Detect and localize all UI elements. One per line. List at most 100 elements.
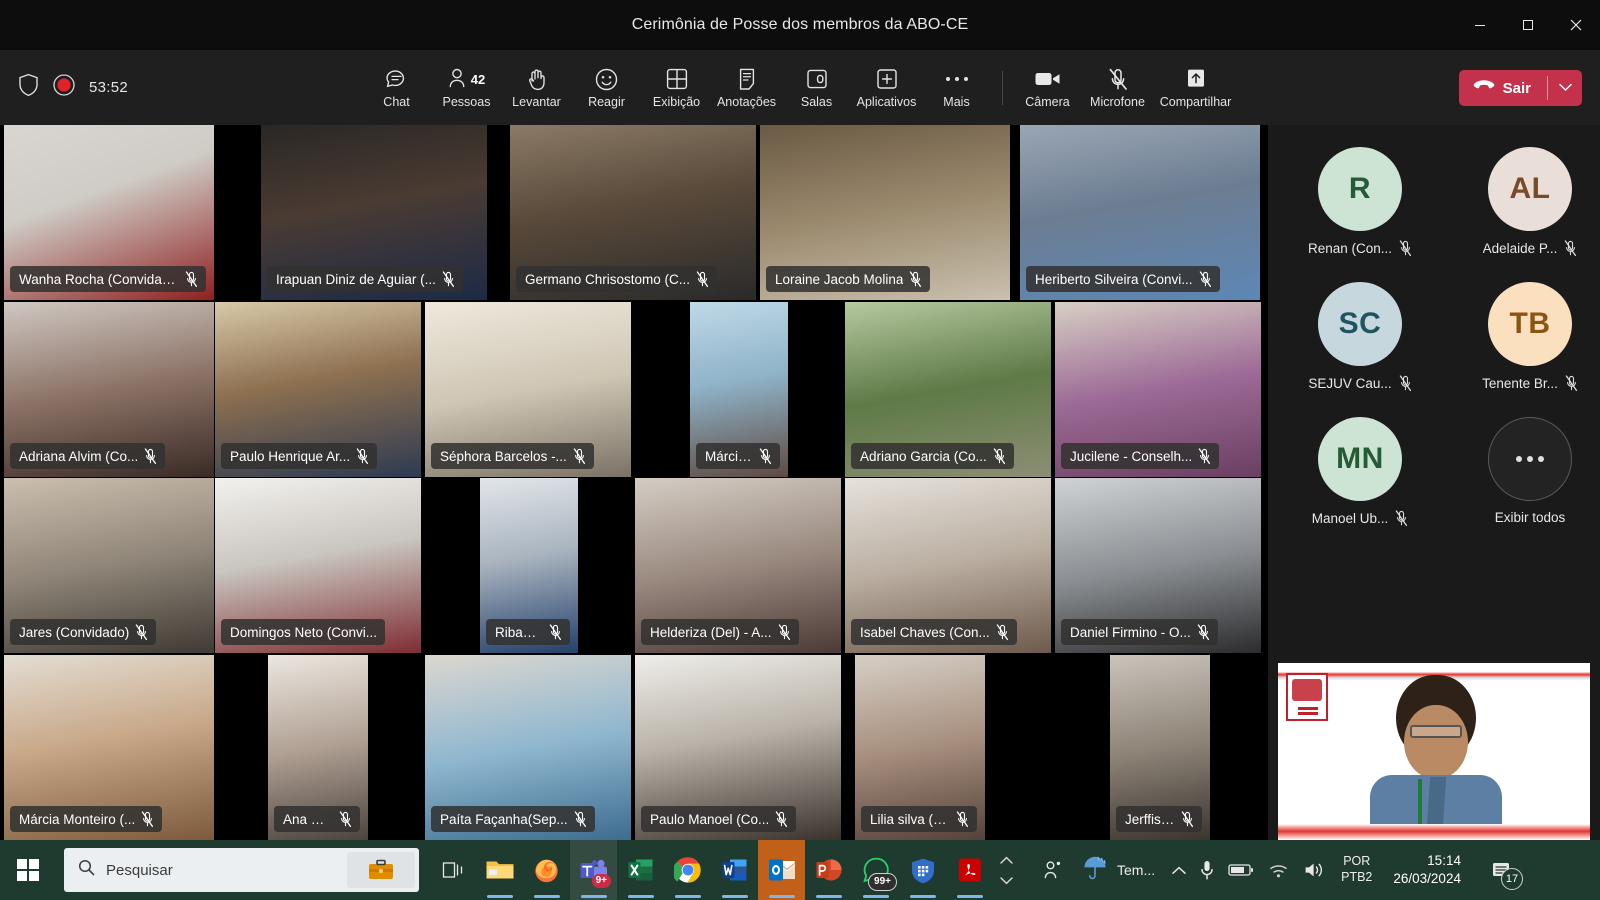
task-view-icon[interactable] <box>429 840 476 900</box>
participant-name-badge: Lilia silva (Convida... <box>861 806 977 832</box>
video-tile[interactable]: Séphora Barcelos -... <box>425 302 631 477</box>
participant-name: Adelaide P... <box>1482 241 1558 256</box>
microphone-muted-icon <box>993 447 1005 464</box>
video-tile-featured[interactable] <box>1278 663 1590 840</box>
microphone-muted-icon <box>1399 375 1411 392</box>
toolbar-button-view[interactable]: Exibição <box>642 55 712 121</box>
taskbar-overflow-scroll[interactable] <box>993 840 1019 900</box>
participant-avatar-cell[interactable]: SC SEJUV Cau... <box>1277 282 1443 392</box>
microphone-muted-icon <box>141 810 154 828</box>
video-tile[interactable]: Wanha Rocha (Convidado) <box>4 125 214 300</box>
share-screen-icon <box>1185 66 1207 92</box>
toolbar-button-share[interactable]: Compartilhar <box>1153 55 1239 121</box>
close-button[interactable] <box>1552 0 1600 50</box>
video-tile[interactable]: Jares (Convidado) <box>4 478 214 653</box>
video-tile[interactable]: Jerffison Pereira d... <box>1110 655 1210 840</box>
show-all-participants-button[interactable]: Exibir todos <box>1447 417 1600 525</box>
participant-avatar-cell[interactable]: MN Manoel Ub... <box>1277 417 1443 527</box>
microphone-muted-icon <box>775 810 788 828</box>
microphone-muted-icon <box>1399 240 1412 257</box>
participant-name: Paulo Henrique Ar... <box>230 448 351 464</box>
briefcase-icon[interactable] <box>347 852 415 888</box>
video-tile[interactable]: Irapuan Diniz de Aguiar (... <box>261 125 487 300</box>
video-tile[interactable]: Adriano Garcia (Co... <box>845 302 1051 477</box>
video-tile[interactable]: Adriana Alvim (Co... <box>4 302 214 477</box>
participant-name-badge: Jucilene - Conselh... <box>1061 443 1220 469</box>
google-chrome-icon[interactable] <box>664 840 711 900</box>
microsoft-teams-icon[interactable]: 9+ <box>570 840 617 900</box>
toolbar-button-people[interactable]: 42 Pessoas <box>432 55 502 121</box>
weather-widget[interactable]: Tem... <box>1071 840 1165 900</box>
video-tile[interactable]: Márcia Monteiro (... <box>4 655 214 840</box>
participant-name-badge: Ribamar (Convida... <box>486 619 570 645</box>
volume-icon[interactable] <box>1296 840 1332 900</box>
video-tile[interactable]: Germano Chrisostomo (C... <box>510 125 756 300</box>
security-shield-icon[interactable] <box>899 840 946 900</box>
participant-name: Daniel Firmino - O... <box>1070 624 1191 640</box>
microphone-icon[interactable] <box>1193 840 1221 900</box>
people-nearby-icon[interactable] <box>1035 840 1071 900</box>
microphone-muted-icon <box>1564 240 1577 257</box>
video-tile[interactable]: Ana Célia cristino ... <box>268 655 368 840</box>
toolbar-button-more[interactable]: Mais <box>922 55 992 121</box>
battery-icon[interactable] <box>1221 840 1261 900</box>
video-tile[interactable]: Heriberto Silveira (Convi... <box>1020 125 1260 300</box>
maximize-button[interactable] <box>1504 0 1552 50</box>
toolbar-button-microphone[interactable]: Microfone <box>1083 55 1153 121</box>
toolbar-label: Anotações <box>716 95 777 109</box>
microsoft-powerpoint-icon[interactable] <box>805 840 852 900</box>
firefox-icon[interactable] <box>523 840 570 900</box>
microsoft-word-icon[interactable] <box>711 840 758 900</box>
video-tile[interactable]: Isabel Chaves (Con... <box>845 478 1051 653</box>
notification-count: 17 <box>1500 868 1523 890</box>
toolbar-button-camera[interactable]: Câmera <box>1013 55 1083 121</box>
video-tile[interactable]: Daniel Firmino - O... <box>1055 478 1261 653</box>
video-tile[interactable]: Loraine Jacob Molina <box>760 125 1010 300</box>
video-tile[interactable]: Ribamar (Convida... <box>480 478 578 653</box>
leave-options-button[interactable] <box>1548 70 1582 106</box>
video-tile[interactable]: Helderiza (Del) - A... <box>635 478 841 653</box>
chevron-up-icon[interactable] <box>1165 840 1193 900</box>
search-input[interactable]: Pesquisar <box>64 848 419 892</box>
video-tile[interactable]: Paíta Façanha(Sep... <box>425 655 631 840</box>
notifications-icon[interactable]: 17 <box>1473 840 1529 900</box>
microphone-muted-icon <box>1181 810 1194 828</box>
participant-name-badge: Adriano Garcia (Co... <box>851 443 1014 469</box>
participant-name-badge: Domingos Neto (Convi... <box>221 619 386 645</box>
microsoft-outlook-icon[interactable] <box>758 840 805 900</box>
video-tile[interactable]: Jucilene - Conselh... <box>1055 302 1261 477</box>
participant-avatar-cell[interactable]: R Renan (Con... <box>1277 147 1443 257</box>
participant-avatar-cell[interactable]: TB Tenente Br... <box>1447 282 1600 392</box>
microphone-muted-icon <box>135 623 148 641</box>
language-top: POR <box>1343 854 1371 869</box>
participant-avatar-cell[interactable]: AL Adelaide P... <box>1447 147 1600 257</box>
participant-name-badge: Séphora Barcelos -... <box>431 443 594 469</box>
leave-button[interactable]: Sair <box>1459 70 1547 106</box>
video-tile[interactable]: Márcia Ximenes (C... <box>690 302 788 477</box>
video-tile[interactable]: Lilia silva (Convida... <box>855 655 985 840</box>
participant-name: Wanha Rocha (Convidado) <box>19 271 179 287</box>
toolbar-button-rooms[interactable]: Salas <box>782 55 852 121</box>
video-tile[interactable]: Domingos Neto (Convi... <box>215 478 421 653</box>
participant-name-badge: Wanha Rocha (Convidado) <box>10 266 206 292</box>
video-tile[interactable]: Paulo Henrique Ar... <box>215 302 421 477</box>
toolbar-button-notes[interactable]: Anotações <box>712 55 782 121</box>
language-indicator[interactable]: POR PTB2 <box>1332 840 1381 900</box>
adobe-acrobat-icon[interactable] <box>946 840 993 900</box>
participant-name: Irapuan Diniz de Aguiar (... <box>276 271 436 287</box>
reactions-smiley-icon <box>594 66 619 92</box>
toolbar-button-chat[interactable]: Chat <box>362 55 432 121</box>
video-tile[interactable]: Paulo Manoel (Co... <box>635 655 841 840</box>
microphone-muted-icon <box>573 447 586 465</box>
clock[interactable]: 15:14 26/03/2024 <box>1381 840 1473 900</box>
toolbar-button-raise-hand[interactable]: Levantar <box>502 55 572 121</box>
microsoft-excel-icon[interactable] <box>617 840 664 900</box>
windows-start-icon[interactable] <box>0 840 56 900</box>
minimize-button[interactable] <box>1456 0 1504 50</box>
wifi-icon[interactable] <box>1261 840 1296 900</box>
toolbar-button-apps[interactable]: Aplicativos <box>852 55 922 121</box>
file-explorer-icon[interactable] <box>476 840 523 900</box>
microphone-muted-icon <box>956 810 969 827</box>
toolbar-button-react[interactable]: Reagir <box>572 55 642 121</box>
whatsapp-icon[interactable]: 99+ <box>852 840 899 900</box>
